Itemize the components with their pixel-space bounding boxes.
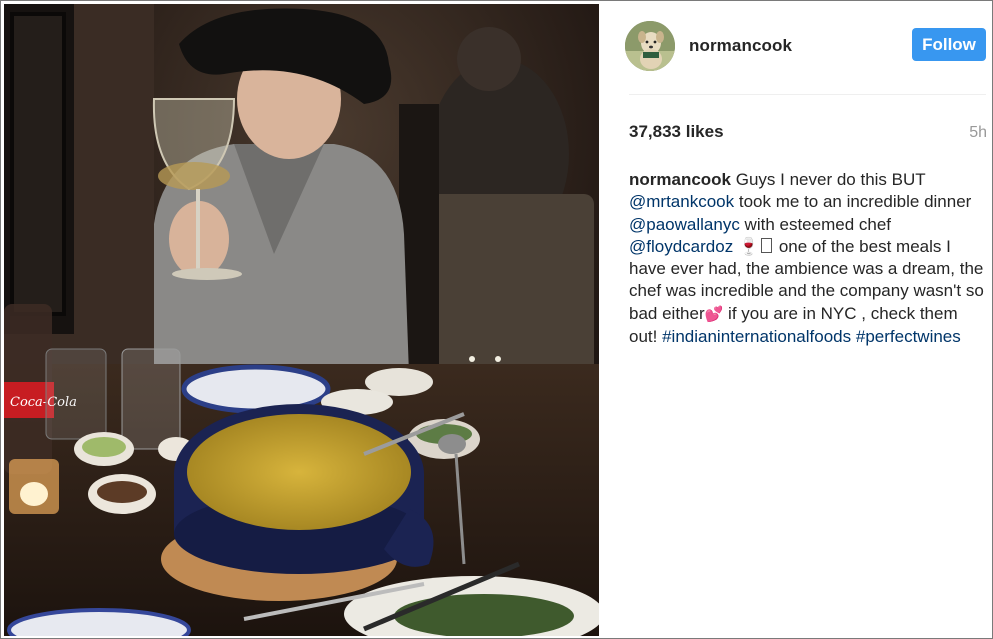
mention-paowallanyc[interactable]: @paowallanyc bbox=[629, 215, 740, 234]
hashtag-perfectwines[interactable]: #perfectwines bbox=[856, 327, 961, 346]
likes-count[interactable]: 37,833 likes bbox=[629, 122, 724, 142]
caption-text: with esteemed chef bbox=[739, 214, 892, 234]
post-details-panel: normancook Follow 37,833 likes 5h norman… bbox=[599, 4, 989, 636]
dog-avatar-icon bbox=[625, 21, 675, 71]
caption-username[interactable]: normancook bbox=[629, 170, 731, 189]
follow-button[interactable]: Follow bbox=[912, 28, 986, 61]
post-username[interactable]: normancook bbox=[689, 36, 792, 56]
caption-text: Guys I never do this BUT bbox=[731, 170, 926, 189]
post-caption: normancook Guys I never do this BUT @mrt… bbox=[629, 169, 986, 348]
mention-mrtankcook[interactable]: @mrtankcook bbox=[629, 192, 734, 211]
post-photo[interactable]: Coca-Cola bbox=[4, 4, 599, 636]
mention-floydcardoz[interactable]: @floydcardoz bbox=[629, 237, 733, 256]
photo-illustration: Coca-Cola bbox=[4, 4, 599, 636]
wine-glass-emoji-icon: 🍷 bbox=[737, 236, 760, 256]
post-timestamp[interactable]: 5h bbox=[969, 124, 987, 142]
post-header: normancook Follow bbox=[599, 4, 989, 94]
missing-glyph-icon bbox=[761, 237, 773, 253]
hearts-emoji-icon: 💕 bbox=[704, 305, 724, 323]
post-frame: Coca-Cola normancook Follow 37,833 likes… bbox=[0, 0, 993, 639]
avatar[interactable] bbox=[625, 21, 675, 71]
header-divider bbox=[629, 94, 986, 95]
caption-text: took me to an incredible dinner bbox=[734, 192, 972, 212]
hashtag-indianinternationalfoods[interactable]: #indianinternationalfoods bbox=[662, 327, 851, 346]
